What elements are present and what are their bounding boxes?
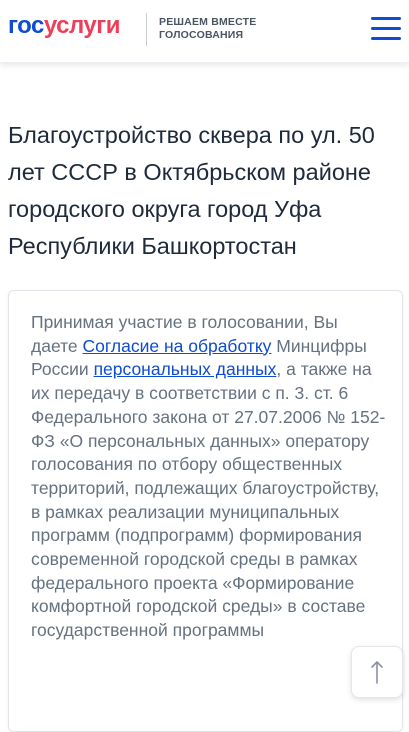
- gosuslugi-logo[interactable]: госуслуги: [8, 11, 121, 41]
- menu-bar: [371, 27, 401, 30]
- tagline-line-1: РЕШАЕМ ВМЕСТЕ: [159, 16, 257, 28]
- logo-part-uslugi: услуги: [43, 12, 121, 39]
- arrow-up-icon: [371, 661, 383, 684]
- hamburger-menu-icon[interactable]: [369, 16, 403, 42]
- menu-bar: [371, 17, 401, 20]
- consent-processing-link[interactable]: Согласие на обработку: [83, 336, 272, 356]
- logo-part-gos: гос: [8, 12, 44, 39]
- menu-bar: [371, 37, 401, 40]
- scroll-to-top-button[interactable]: [351, 646, 403, 698]
- consent-card: Принимая участие в голосовании, Вы даете…: [8, 290, 403, 732]
- personal-data-link[interactable]: персональных данных: [94, 359, 277, 379]
- service-tagline: РЕШАЕМ ВМЕСТЕ ГОЛОСОВАНИЯ: [159, 16, 256, 42]
- top-header: госуслуги РЕШАЕМ ВМЕСТЕ ГОЛОСОВАНИЯ: [0, 0, 409, 63]
- consent-text-part-3: , а также на их передачу в соответствии …: [31, 359, 386, 641]
- consent-text: Принимая участие в голосовании, Вы даете…: [31, 311, 387, 643]
- page-title: Благоустройство сквера по ул. 50 лет ССС…: [8, 122, 375, 259]
- tagline-line-2: ГОЛОСОВАНИЯ: [159, 29, 244, 41]
- logo-divider: [146, 13, 147, 46]
